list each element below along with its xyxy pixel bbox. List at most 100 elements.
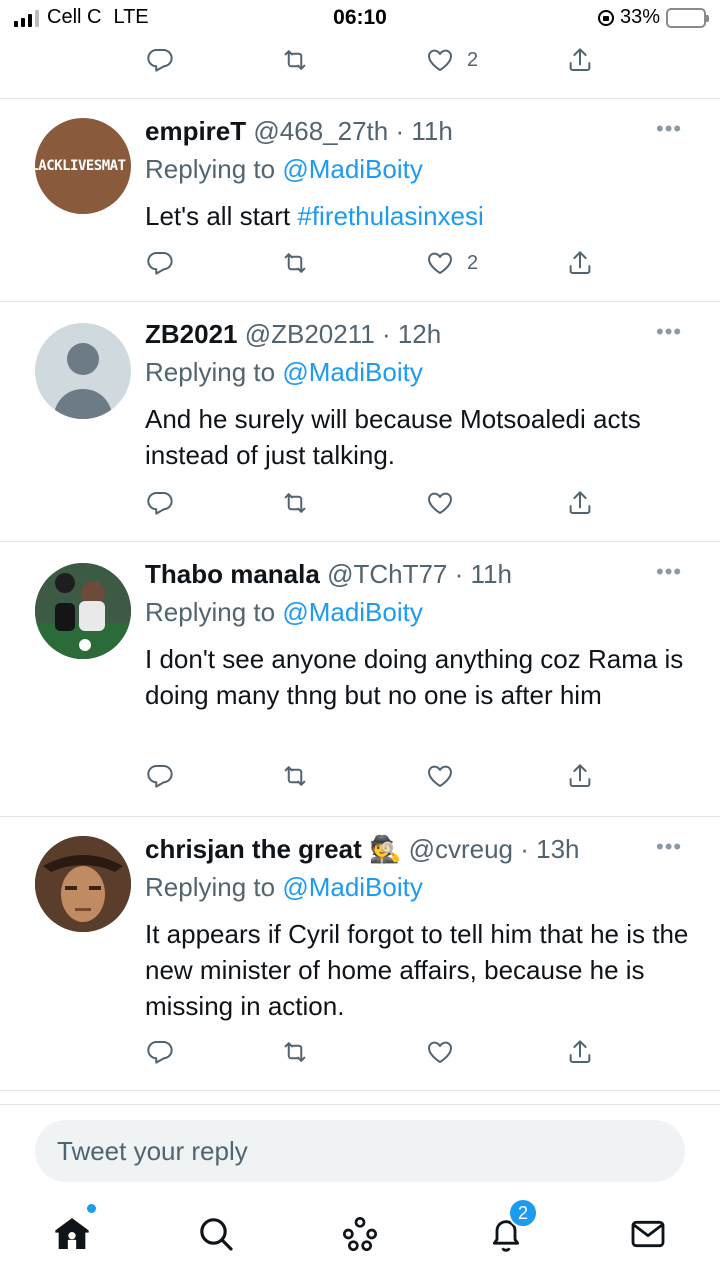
share-icon	[565, 248, 595, 278]
share-icon	[565, 488, 595, 518]
replying-to: Replying to @MadiBoity	[145, 872, 423, 903]
tweet-text: And he surely will because Motsoaledi ac…	[145, 404, 641, 470]
tweet-header: ZB2021 @ZB20211 · 12h	[145, 319, 442, 349]
author-name[interactable]: Thabo manala	[145, 559, 320, 589]
share-button[interactable]	[565, 40, 595, 80]
tweet-header: empireT @468_27th · 11h	[145, 116, 453, 146]
retweet-icon	[280, 45, 310, 75]
avatar[interactable]	[35, 323, 131, 419]
heart-icon	[425, 1037, 455, 1067]
retweet-button[interactable]	[280, 1032, 310, 1072]
divider	[0, 1090, 720, 1091]
reply-button[interactable]	[145, 40, 175, 80]
avatar-text: BLACKLIVESMAT	[35, 158, 126, 174]
share-icon	[565, 45, 595, 75]
like-button[interactable]: 2	[425, 40, 478, 80]
hashtag-link[interactable]: #firethulasinxesi	[297, 201, 483, 231]
more-options-icon[interactable]: •••	[656, 559, 682, 585]
tweet-time: 11h	[411, 116, 453, 146]
more-options-icon[interactable]: •••	[656, 834, 682, 860]
tweet-text-prefix: Let's all start	[145, 201, 298, 231]
mail-icon	[631, 1220, 665, 1248]
mention-link[interactable]: @MadiBoity	[282, 597, 423, 627]
nav-notifications[interactable]: 2	[484, 1198, 538, 1256]
retweet-button[interactable]	[280, 243, 310, 283]
tweet-actions	[130, 756, 610, 796]
tweet-time: 13h	[536, 834, 580, 864]
reply-icon	[145, 488, 175, 518]
like-count: 2	[467, 48, 479, 71]
reply-button[interactable]	[145, 1032, 175, 1072]
retweet-icon	[280, 488, 310, 518]
reply-button[interactable]	[145, 243, 175, 283]
heart-icon	[425, 248, 455, 278]
detective-emoji-icon: 🕵️	[368, 834, 402, 864]
author-name[interactable]: ZB2021	[145, 319, 238, 349]
tweet-text: I don't see anyone doing anything coz Ra…	[145, 644, 684, 710]
tweet[interactable]: ZB2021 @ZB20211 · 12h ••• Replying to @M…	[0, 301, 720, 541]
share-icon	[565, 761, 595, 791]
profile-photo	[35, 836, 131, 932]
mention-link[interactable]: @MadiBoity	[282, 357, 423, 387]
retweet-button[interactable]	[280, 483, 310, 523]
nav-search[interactable]	[194, 1212, 238, 1256]
share-button[interactable]	[565, 756, 595, 796]
like-button[interactable]: 2	[425, 243, 478, 283]
tweet-header: chrisjan the great 🕵️ @cvreug · 13h	[145, 834, 580, 864]
more-options-icon[interactable]: •••	[656, 319, 682, 345]
status-right: 33%	[597, 6, 709, 29]
tweet-actions	[130, 483, 610, 523]
author-name[interactable]: empireT	[145, 116, 246, 146]
mention-link[interactable]: @MadiBoity	[282, 154, 423, 184]
more-options-icon[interactable]: •••	[656, 116, 682, 142]
retweet-button[interactable]	[280, 756, 310, 796]
like-count: 2	[467, 251, 479, 274]
tweet-reply-input[interactable]: Tweet your reply	[35, 1120, 685, 1182]
notification-badge: 2	[508, 1198, 538, 1228]
nav-home[interactable]	[50, 1204, 96, 1256]
like-button[interactable]	[425, 1032, 455, 1072]
tweet[interactable]: chrisjan the great 🕵️ @cvreug · 13h ••• …	[0, 816, 720, 1090]
avatar[interactable]	[35, 563, 131, 659]
status-bar: Cell C LTE 06:10 33%	[0, 0, 720, 36]
default-avatar-icon	[53, 343, 113, 419]
replying-prefix: Replying to	[145, 597, 283, 627]
replying-to: Replying to @MadiBoity	[145, 597, 423, 628]
home-unread-dot	[87, 1204, 96, 1213]
replying-prefix: Replying to	[145, 154, 283, 184]
share-button[interactable]	[565, 1032, 595, 1072]
author-handle[interactable]: @ZB20211	[245, 319, 375, 349]
mention-link[interactable]: @MadiBoity	[282, 872, 423, 902]
tweet-actions	[130, 1032, 610, 1072]
avatar[interactable]	[35, 836, 131, 932]
author-handle[interactable]: @cvreug	[409, 834, 513, 864]
tweet-header: Thabo manala @TChT77 · 11h	[145, 559, 512, 589]
author-name[interactable]: chrisjan the great	[145, 834, 362, 864]
previous-tweet-actions: 2	[130, 40, 610, 80]
tweet-text: Let's all start #firethulasinxesi	[145, 198, 690, 234]
reply-icon	[145, 248, 175, 278]
nav-messages[interactable]	[626, 1212, 670, 1256]
author-handle[interactable]: @468_27th	[253, 116, 388, 146]
author-handle[interactable]: @TChT77	[327, 559, 447, 589]
heart-icon	[425, 761, 455, 791]
replying-prefix: Replying to	[145, 872, 283, 902]
like-button[interactable]	[425, 483, 455, 523]
reply-button[interactable]	[145, 756, 175, 796]
like-button[interactable]	[425, 756, 455, 796]
share-button[interactable]	[565, 483, 595, 523]
profile-photo	[35, 563, 131, 659]
heart-icon	[425, 488, 455, 518]
reply-button[interactable]	[145, 483, 175, 523]
reply-icon	[145, 1037, 175, 1067]
retweet-icon	[280, 248, 310, 278]
tweet[interactable]: Thabo manala @TChT77 · 11h ••• Replying …	[0, 541, 720, 816]
battery-percent: 33%	[619, 6, 660, 28]
tweet-actions: 2	[130, 243, 610, 283]
share-button[interactable]	[565, 243, 595, 283]
retweet-button[interactable]	[280, 40, 310, 80]
tweet[interactable]: BLACKLIVESMAT empireT @468_27th · 11h ••…	[0, 98, 720, 301]
nav-spaces[interactable]	[338, 1212, 382, 1256]
avatar[interactable]: BLACKLIVESMAT	[35, 118, 131, 214]
share-icon	[565, 1037, 595, 1067]
